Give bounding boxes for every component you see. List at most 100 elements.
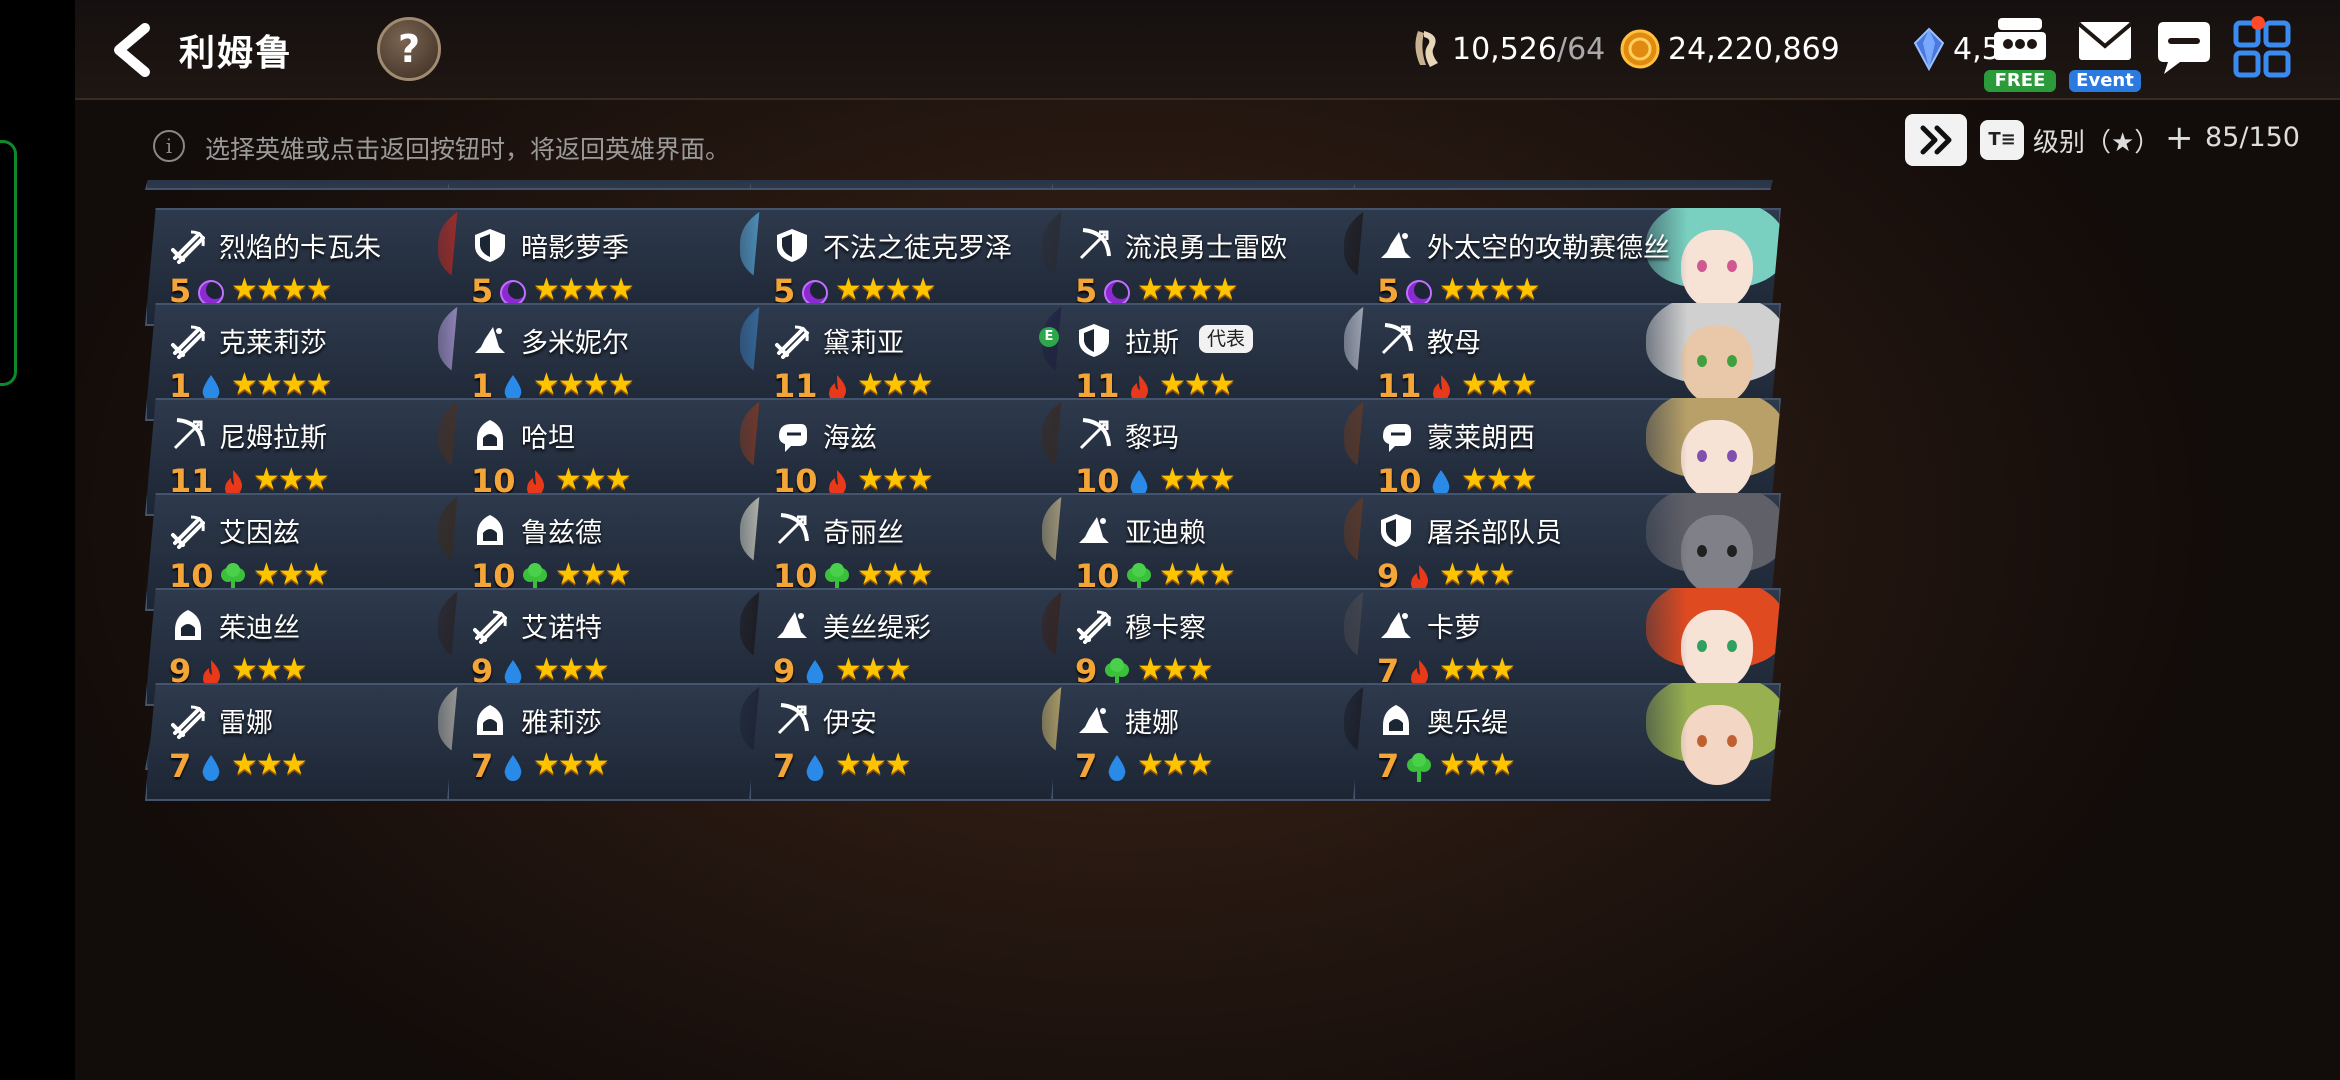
help-button[interactable]: ?: [377, 17, 441, 81]
water-element-icon: [504, 755, 522, 781]
hero-stars: ★★★: [1439, 557, 1516, 592]
warrior-icon: [1077, 610, 1111, 644]
free-label: FREE: [1984, 70, 2056, 92]
archer-icon: [777, 703, 809, 735]
hero-name: 雷娜: [219, 708, 273, 739]
back-arrow-icon[interactable]: [107, 22, 157, 78]
hero-stars: ★★★★: [231, 272, 333, 307]
hero-stars: ★★★: [857, 557, 934, 592]
portrait-eye: [1697, 450, 1707, 462]
plus-icon[interactable]: +: [2165, 118, 2194, 158]
hero-stars: ★★★: [1159, 462, 1236, 497]
side-panel-handle[interactable]: [0, 140, 17, 386]
archer-icon: [1381, 323, 1413, 355]
horseshoe-value: 10,526: [1452, 31, 1557, 67]
hero-stars: ★★★: [857, 367, 934, 402]
hero-stars: ★★★: [533, 652, 610, 687]
hero-stars: ★★★: [1461, 367, 1538, 402]
hero-level: 7: [773, 747, 796, 785]
water-element-icon: [202, 755, 220, 781]
warrior-icon: [171, 325, 205, 359]
hero-stars: ★★★★: [533, 272, 635, 307]
top-bar: 利姆鲁 ? 10,526 /64 24,220,869 4,582: [75, 0, 2340, 100]
hero-name: 拉斯: [1125, 328, 1179, 359]
hero-stars: ★★★★: [1439, 272, 1541, 307]
hero-name: 屠杀部队员: [1427, 518, 1562, 549]
knight-icon: [1381, 514, 1411, 547]
mage-icon: [475, 327, 505, 353]
portrait-eye: [1727, 545, 1737, 557]
hero-name: 暗影萝季: [521, 233, 629, 264]
water-element-icon: [806, 755, 824, 781]
hero-name: 亚迪赖: [1125, 518, 1206, 549]
hero-name: 美丝缇彩: [823, 613, 931, 644]
portrait-eye: [1727, 260, 1737, 272]
hero-stars: ★★★: [555, 462, 632, 497]
info-bar: i 选择英雄或点击返回按钮时，将返回英雄界面。 T≡ 级别（★） + 85/15…: [75, 98, 2340, 180]
hero-stars: ★★★: [253, 462, 330, 497]
hero-name: 不法之徒克罗泽: [823, 233, 1012, 264]
hero-stars: ★★★★: [231, 367, 333, 402]
hero-grid: 烈焰的卡瓦朱 5 ★★★★ 暗影萝季 5 ★★★★ 不法之徒克罗泽 5 ★★★★ 流浪勇士雷欧 5 ★…: [75, 180, 2340, 1080]
page-title: 利姆鲁: [179, 33, 294, 74]
hero-name: 克莱莉莎: [219, 328, 327, 359]
hero-stars: ★★★: [1439, 652, 1516, 687]
portrait-eye: [1727, 450, 1737, 462]
hero-name: 海兹: [823, 423, 877, 454]
hero-stars: ★★★★: [1137, 272, 1239, 307]
hero-name: 教母: [1427, 328, 1481, 359]
hero-name: 卡萝: [1427, 613, 1481, 644]
hero-name: 哈坦: [521, 423, 575, 454]
hero-level: 7: [1377, 747, 1400, 785]
archer-icon: [173, 418, 205, 450]
hero-name: 奥乐缇: [1427, 708, 1508, 739]
hero-stars: ★★★: [231, 747, 308, 782]
hero-stars: ★★★: [1159, 367, 1236, 402]
fast-forward-button[interactable]: [1905, 114, 1967, 166]
portrait-eye: [1697, 545, 1707, 557]
hero-name: 奇丽丝: [823, 518, 904, 549]
hero-level: 7: [471, 747, 494, 785]
event-label: Event: [2069, 70, 2141, 92]
hero-stars: ★★★: [253, 557, 330, 592]
hero-stars: ★★★: [1461, 462, 1538, 497]
hero-capacity: 85/150: [2205, 122, 2300, 153]
mage-icon: [1381, 612, 1411, 638]
sort-icon[interactable]: T≡: [1980, 120, 2024, 160]
info-icon: i: [153, 130, 185, 162]
warrior-icon: [171, 230, 205, 264]
knight-icon: [1079, 324, 1109, 357]
hero-stars: ★★★: [857, 462, 934, 497]
portrait-eye: [1697, 735, 1707, 747]
hero-stars: ★★★: [835, 652, 912, 687]
sort-label[interactable]: 级别（★）: [2033, 122, 2160, 159]
event-mail-button[interactable]: Event: [2065, 14, 2145, 92]
assassin-icon: [477, 705, 503, 735]
hero-card[interactable]: 奥乐缇 7 ★★★: [1353, 683, 1781, 801]
hero-stars: ★★★: [1137, 747, 1214, 782]
hero-portrait: [1611, 683, 1781, 801]
hero-stars: ★★★: [555, 557, 632, 592]
hero-stars: ★★★: [231, 652, 308, 687]
portrait-face: [1681, 515, 1753, 595]
hero-stars: ★★★: [835, 747, 912, 782]
assassin-icon: [477, 420, 503, 450]
free-shop-button[interactable]: FREE: [1980, 14, 2060, 92]
hero-name: 艾因兹: [219, 518, 300, 549]
fighter-icon: [779, 424, 807, 452]
hero-card-partial[interactable]: [1353, 180, 1781, 190]
hero-name: 艾诺特: [521, 613, 602, 644]
hero-stars: ★★★: [533, 747, 610, 782]
knight-icon: [777, 229, 807, 262]
assassin-icon: [477, 515, 503, 545]
hero-name: 穆卡察: [1125, 613, 1206, 644]
hero-name: 流浪勇士雷欧: [1125, 233, 1287, 264]
hero-stars: ★★★★: [835, 272, 937, 307]
chat-icon[interactable]: [2150, 18, 2218, 80]
hero-level: 7: [1075, 747, 1098, 785]
horseshoe-icon: [1415, 31, 1438, 67]
representative-badge: 代表: [1199, 325, 1254, 353]
warrior-icon: [473, 610, 507, 644]
archer-icon: [1079, 418, 1111, 450]
mage-icon: [1079, 707, 1109, 733]
